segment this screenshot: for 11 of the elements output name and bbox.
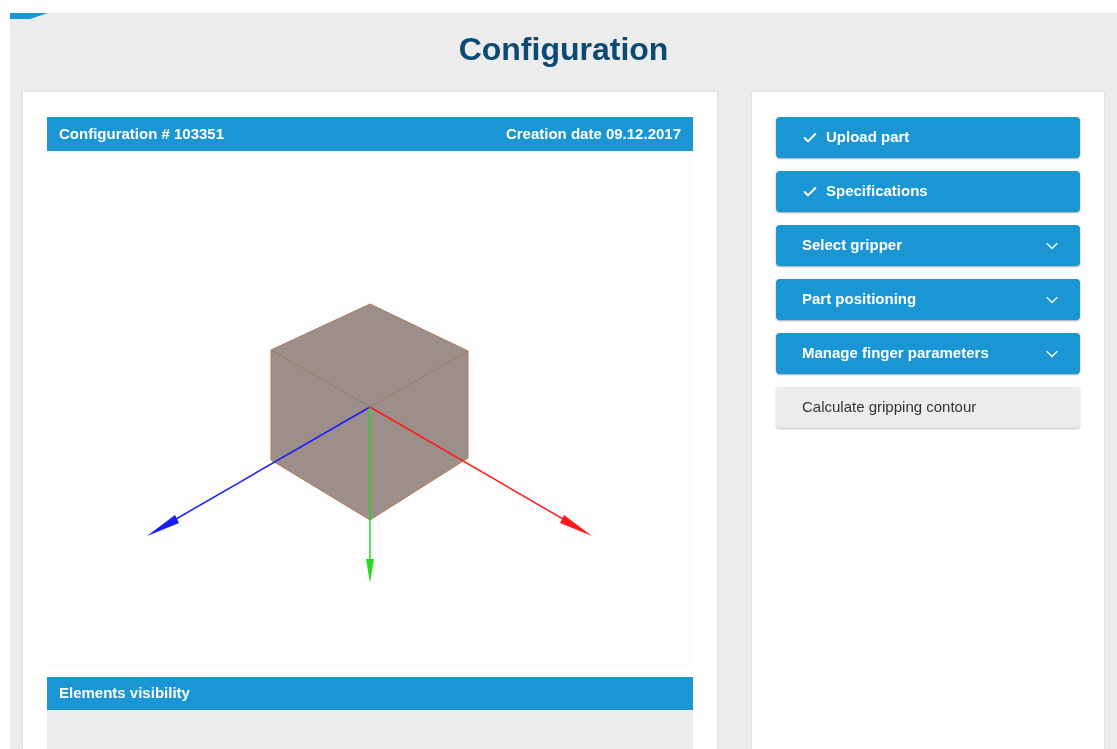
step-button[interactable]: Manage finger parameters xyxy=(776,333,1080,374)
step-button[interactable]: Upload part xyxy=(776,117,1080,158)
step-button[interactable]: Calculate gripping contour xyxy=(776,387,1080,428)
configuration-number: Configuration # 103351 xyxy=(59,123,225,144)
step-button[interactable]: Specifications xyxy=(776,171,1080,212)
tab-marker-icon xyxy=(10,13,48,19)
visibility-header: Elements visibility xyxy=(47,677,693,710)
step-button[interactable]: Select gripper xyxy=(776,225,1080,266)
creation-date: Creation date 09.12.2017 xyxy=(505,123,681,144)
page-title: Configuration xyxy=(458,30,669,69)
step-button[interactable]: Part positioning xyxy=(776,279,1080,320)
